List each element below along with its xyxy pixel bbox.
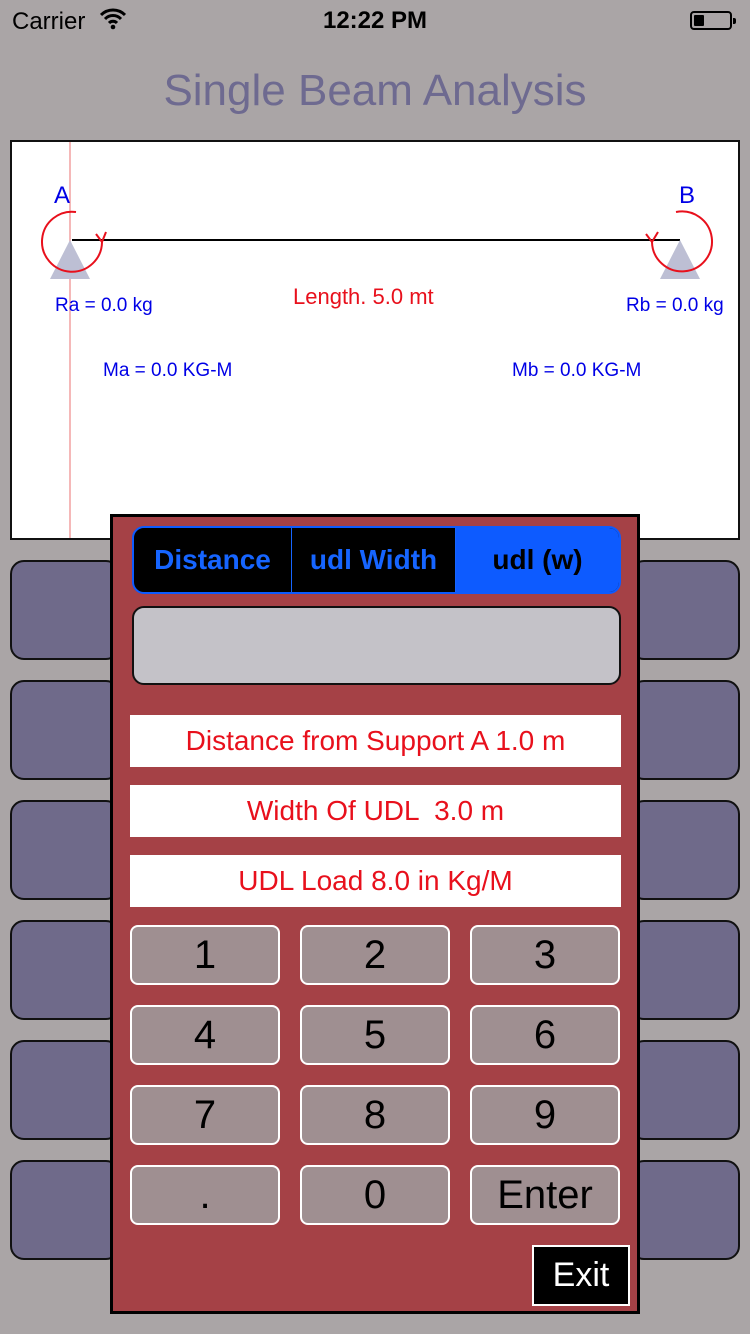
background-button[interactable] — [10, 560, 120, 660]
beam-drawing — [41, 142, 713, 538]
key-4[interactable]: 4 — [130, 1005, 280, 1065]
tab-distance[interactable]: Distance — [134, 528, 292, 592]
key-9[interactable]: 9 — [470, 1085, 620, 1145]
background-button[interactable] — [630, 680, 740, 780]
key-7[interactable]: 7 — [130, 1085, 280, 1145]
background-button[interactable] — [630, 560, 740, 660]
support-b-label: B — [679, 182, 696, 209]
page-title: Single Beam Analysis — [163, 66, 587, 115]
background-button[interactable] — [630, 1040, 740, 1140]
background-button[interactable] — [630, 1160, 740, 1260]
key-1[interactable]: 1 — [130, 925, 280, 985]
key-0[interactable]: 0 — [300, 1165, 450, 1225]
moment-a: Ma = 0.0 KG-M — [103, 360, 233, 381]
input-type-segmented-control: Distance udl Width udl (w) — [132, 526, 621, 594]
support-a-label: A — [54, 182, 71, 209]
key-8[interactable]: 8 — [300, 1085, 450, 1145]
enter-button[interactable]: Enter — [470, 1165, 620, 1225]
udl-load-info: UDL Load 8.0 in Kg/M — [130, 855, 621, 907]
key-5[interactable]: 5 — [300, 1005, 450, 1065]
value-input[interactable] — [132, 606, 621, 685]
udl-width-info: Width Of UDL 3.0 m — [130, 785, 621, 837]
udl-input-dialog: Distance udl Width udl (w) Distance from… — [110, 514, 640, 1314]
tab-udl-load[interactable]: udl (w) — [456, 528, 619, 592]
status-bar: Carrier 12:22 PM — [0, 0, 750, 40]
key-6[interactable]: 6 — [470, 1005, 620, 1065]
clock: 12:22 PM — [322, 7, 428, 34]
key-2[interactable]: 2 — [300, 925, 450, 985]
battery-icon — [690, 11, 736, 30]
background-button[interactable] — [630, 800, 740, 900]
support-a-icon — [50, 240, 90, 279]
exit-button[interactable]: Exit — [532, 1245, 630, 1306]
background-button[interactable] — [630, 920, 740, 1020]
key-decimal[interactable]: . — [130, 1165, 280, 1225]
distance-info: Distance from Support A 1.0 m — [130, 715, 621, 767]
background-button[interactable] — [10, 1160, 120, 1260]
moment-b: Mb = 0.0 KG-M — [512, 360, 642, 381]
background-button[interactable] — [10, 800, 120, 900]
support-b-icon — [660, 240, 700, 279]
background-button[interactable] — [10, 920, 120, 1020]
reaction-b: Rb = 0.0 kg — [626, 295, 724, 316]
reaction-a: Ra = 0.0 kg — [55, 295, 153, 316]
beam-diagram: A B Ra = 0.0 kg Rb = 0.0 kg Length. 5.0 … — [10, 140, 740, 540]
beam-length: Length. 5.0 mt — [293, 284, 434, 309]
tab-udl-width[interactable]: udl Width — [292, 528, 456, 592]
background-button[interactable] — [10, 1040, 120, 1140]
key-3[interactable]: 3 — [470, 925, 620, 985]
background-button[interactable] — [10, 680, 120, 780]
